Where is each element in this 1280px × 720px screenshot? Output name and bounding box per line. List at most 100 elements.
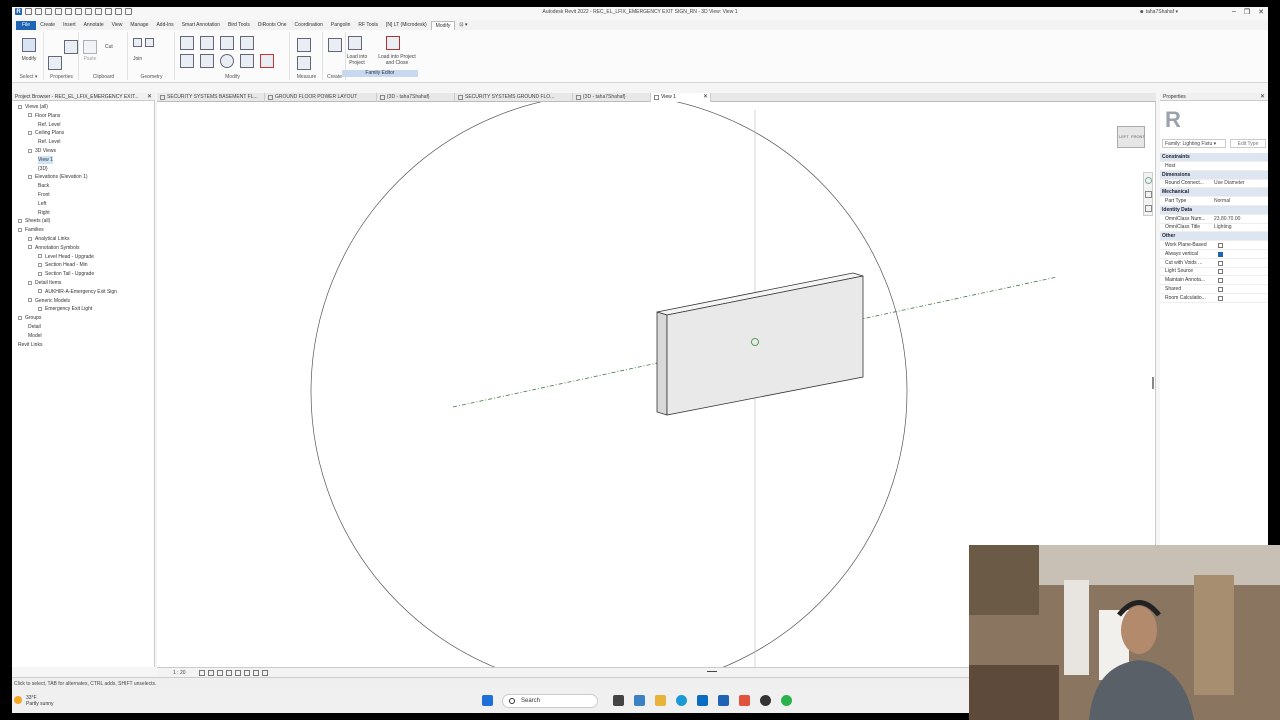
resize-handle[interactable] [1152,377,1154,389]
ribbon-tab-3[interactable]: Annotate [80,21,108,30]
property-checkbox[interactable] [1218,243,1223,248]
expand-toggle-icon[interactable] [38,307,42,312]
ribbon-tab-8[interactable]: Bird Tools [224,21,254,30]
expand-toggle-icon[interactable] [18,104,22,109]
brave-icon[interactable] [739,695,750,706]
expand-toggle-icon[interactable] [18,219,22,224]
browser-item[interactable]: Left [38,200,46,208]
weather-widget[interactable]: 33°F Partly sunny [14,695,54,707]
property-checkbox[interactable] [1218,278,1223,284]
edit-type-button[interactable]: Edit Type [1230,139,1266,148]
expand-toggle-icon[interactable] [28,113,32,118]
task-view-icon[interactable] [613,695,624,706]
close-icon[interactable]: ✕ [1258,8,1264,16]
document-tab[interactable]: {3D - taha7Shahaf} [377,93,455,102]
browser-item[interactable]: Detail [28,323,41,331]
load-and-close-icon[interactable] [386,36,400,50]
pan-icon[interactable] [1145,205,1152,212]
browser-item[interactable]: Back [38,182,49,190]
ribbon-tab-11[interactable]: Pangolin [327,21,354,30]
move-icon[interactable] [180,54,194,68]
viewcube-left-face[interactable]: LEFT [1119,134,1129,139]
align-icon[interactable] [180,36,194,50]
cut-label[interactable]: Cut [105,44,113,50]
join-label[interactable]: Join [133,56,142,62]
browser-item[interactable]: Floor Plans [28,112,60,120]
delete-icon[interactable] [260,54,274,68]
expand-toggle-icon[interactable] [38,289,42,294]
store-icon[interactable] [697,695,708,706]
select-dropdown[interactable]: Select ▾ [14,74,43,80]
browser-item[interactable]: Ceiling Plans [28,129,64,137]
expand-toggle-icon[interactable] [18,227,22,232]
browser-item[interactable]: Right [38,209,50,217]
property-row[interactable]: Round Connect... Use Diameter [1160,179,1268,189]
expand-toggle-icon[interactable] [38,271,42,276]
view-scale[interactable]: 1 : 20 [173,670,186,676]
browser-item[interactable]: Families [18,226,44,234]
browser-item[interactable]: Revit Links [18,341,42,349]
paste-icon[interactable] [83,40,97,54]
cope-icon[interactable] [133,38,142,47]
property-checkbox[interactable] [1218,260,1223,266]
property-row[interactable]: OmniClass Title Lighting [1160,223,1268,233]
chrome-icon[interactable] [760,695,771,706]
document-tab[interactable]: View 1 [651,93,711,102]
property-row[interactable]: Work Plane-Based [1160,241,1268,250]
browser-item[interactable]: Section Tail - Upgrade [38,270,94,278]
ribbon-tab-7[interactable]: Smart Annotation [178,21,224,30]
browser-item[interactable]: {3D} [38,165,48,173]
dimension-icon[interactable] [297,56,311,70]
restore-icon[interactable]: ❐ [1244,8,1250,16]
expand-toggle-icon[interactable] [28,236,32,241]
viewcube[interactable]: LEFT FRONT [1115,122,1147,154]
ribbon-tab-12[interactable]: RF Tools [354,21,382,30]
revit-taskbar-icon[interactable] [718,695,729,706]
expand-toggle-icon[interactable] [18,315,22,320]
ribbon-tab-14[interactable]: Modify [430,21,456,30]
ribbon-tab-4[interactable]: View [108,21,127,30]
mirror-axis-icon[interactable] [220,36,234,50]
mirror-draw-icon[interactable] [240,36,254,50]
browser-item[interactable]: Model [28,332,42,340]
create-similar-icon[interactable] [328,38,342,52]
expand-toggle-icon[interactable] [28,175,32,180]
user-account[interactable]: ☻ taha7Shahaf ▾ [1139,9,1178,15]
property-value[interactable]: Normal [1214,197,1230,206]
hide-isolate-icon[interactable] [253,670,259,676]
property-checkbox[interactable] [1218,295,1223,301]
expand-toggle-icon[interactable] [28,148,32,153]
type-properties-icon[interactable] [64,40,78,54]
property-section[interactable]: Identity Data [1160,205,1268,215]
property-value[interactable]: 23.80.70.00 [1214,215,1240,224]
ribbon-tab-2[interactable]: Insert [59,21,80,30]
windows-start-icon[interactable] [482,695,493,706]
property-section[interactable]: Constraints [1160,153,1268,162]
zoom-icon[interactable] [1145,191,1152,198]
ribbon-tab-1[interactable]: Create [36,21,59,30]
browser-item[interactable]: Section Head - Min [38,261,88,269]
property-row[interactable]: Room Calculatio... [1160,294,1268,303]
ribbon-tab-5[interactable]: Manage [126,21,152,30]
ribbon-tab-15[interactable]: ⊡ ▾ [455,21,471,30]
emergency-exit-sign-body[interactable] [666,275,864,416]
load-and-close-label[interactable]: Load into Project and Close [374,54,420,66]
property-section[interactable]: Mechanical [1160,188,1268,198]
browser-item[interactable]: Front [38,191,50,199]
viewcube-front-face[interactable]: FRONT [1131,134,1145,139]
detail-level-icon[interactable] [199,670,205,676]
rotate-icon[interactable] [220,54,234,68]
property-row[interactable]: Light Source [1160,267,1268,277]
properties-close-icon[interactable]: ✕ [1260,93,1265,100]
measure-icon[interactable] [297,38,311,52]
browser-item[interactable]: 3D Views [28,147,56,155]
edge-icon[interactable] [676,695,687,706]
property-row[interactable]: Part Type Normal [1160,197,1268,206]
copy-icon[interactable] [200,54,214,68]
property-row[interactable]: Cut with Voids ... [1160,259,1268,268]
property-section[interactable]: Other [1160,232,1268,242]
scrollbar-thumb[interactable] [707,671,717,672]
offset-icon[interactable] [200,36,214,50]
property-row[interactable]: Host [1160,162,1268,171]
browser-item[interactable]: Level Head - Upgrade [38,253,94,261]
